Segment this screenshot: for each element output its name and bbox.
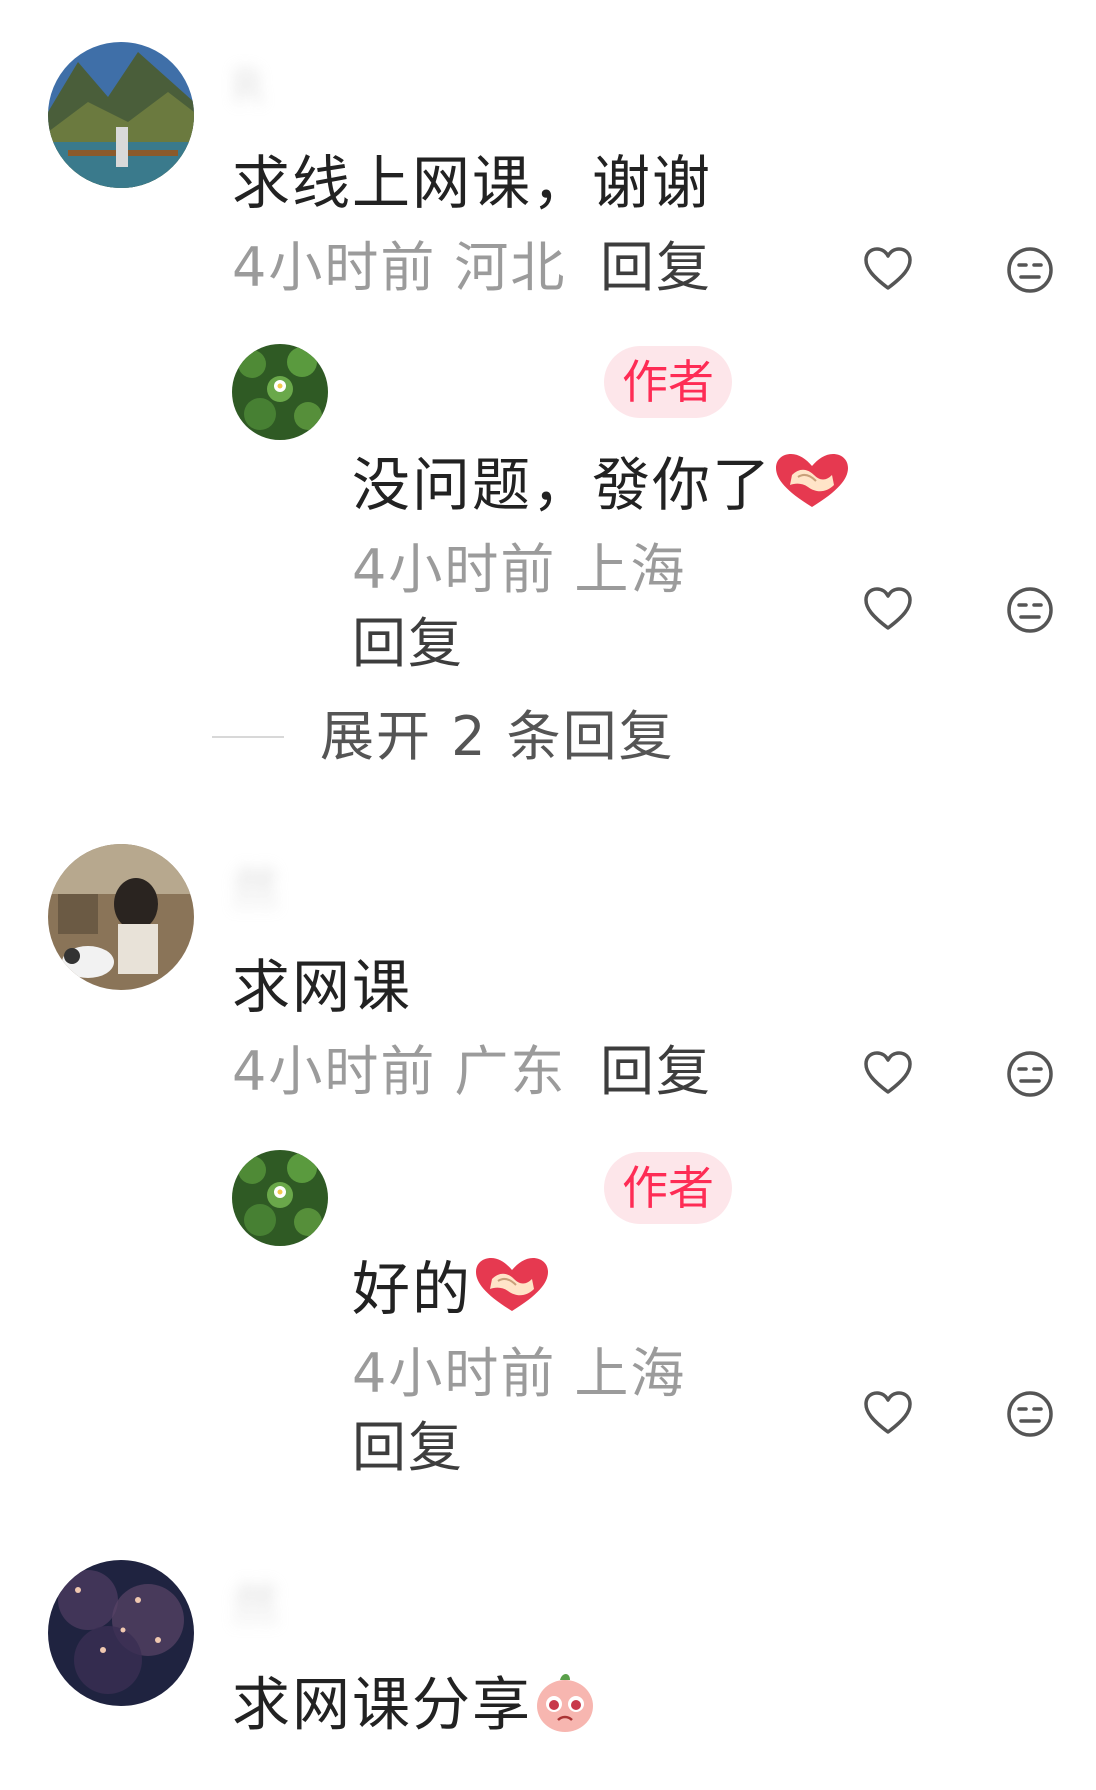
reply-2-reply-button[interactable]: 回复	[352, 1416, 464, 1480]
neutral-face-icon[interactable]	[1004, 244, 1056, 296]
comment-3-text-content: 求网课分享	[232, 1670, 533, 1739]
heart-icon[interactable]	[862, 244, 914, 296]
comment-2-meta: 4小时前 广东	[232, 1040, 566, 1104]
reply-1-location: 上海	[574, 538, 687, 601]
author-badge: 作者	[604, 346, 732, 418]
reply-1-meta: 4小时前 上海	[352, 538, 686, 602]
reply-2-time: 4小时前	[352, 1342, 557, 1405]
heart-icon[interactable]	[862, 1048, 914, 1100]
reply-2-text: 好的	[352, 1254, 552, 1330]
avatar-girl-dog-image	[48, 844, 194, 990]
reply-2-meta: 4小时前 上海	[352, 1342, 686, 1406]
neutral-face-icon[interactable]	[1004, 1388, 1056, 1440]
avatar-night-tree[interactable]	[48, 1560, 194, 1706]
expand-divider	[212, 736, 284, 738]
avatar-girl-dog[interactable]	[48, 844, 194, 990]
comment-2-username: 然	[232, 862, 278, 916]
comment-1-username: R	[232, 60, 264, 114]
reply-1-time: 4小时前	[352, 538, 557, 601]
reply-1-text-content: 没问题，發你了	[352, 451, 773, 519]
handshake-heart-emoji	[472, 1255, 552, 1330]
expand-replies-label: 展开 2 条回复	[320, 705, 675, 768]
neutral-face-icon[interactable]	[1004, 1048, 1056, 1100]
avatar-clover[interactable]	[232, 344, 328, 440]
heart-icon[interactable]	[862, 1388, 914, 1440]
pleading-face-emoji	[532, 1668, 598, 1749]
reply-2-text-content: 好的	[352, 1255, 473, 1323]
comment-3-text: 求网课分享	[232, 1668, 598, 1749]
heart-icon[interactable]	[862, 584, 914, 636]
comment-1-reply-button[interactable]: 回复	[600, 236, 712, 300]
comment-1-time: 4小时前	[232, 236, 437, 299]
avatar-lake[interactable]	[48, 42, 194, 188]
reply-2-location: 上海	[574, 1342, 687, 1405]
avatar-clover-image	[232, 344, 328, 440]
avatar-night-tree-image	[48, 1560, 194, 1706]
avatar-clover[interactable]	[232, 1150, 328, 1246]
comment-2-time: 4小时前	[232, 1040, 437, 1103]
comment-2-reply-button[interactable]: 回复	[600, 1040, 712, 1104]
neutral-face-icon[interactable]	[1004, 584, 1056, 636]
author-badge: 作者	[604, 1152, 732, 1224]
comment-1-text: 求线上网课，谢谢	[232, 149, 713, 217]
comment-1-location: 河北	[454, 236, 567, 299]
avatar-clover-image	[232, 1150, 328, 1246]
handshake-heart-emoji	[772, 451, 852, 526]
avatar-lake-image	[48, 42, 194, 188]
comment-2-location: 广东	[454, 1040, 567, 1103]
reply-2-username	[352, 1164, 582, 1218]
reply-1-username	[352, 356, 582, 410]
comment-3-username: 然	[232, 1578, 278, 1632]
expand-replies-button[interactable]: 展开 2 条回复	[212, 702, 675, 772]
reply-1-text: 没问题，發你了	[352, 450, 852, 526]
comment-2-text: 求网课	[232, 953, 413, 1021]
reply-1-reply-button[interactable]: 回复	[352, 612, 464, 676]
comment-1-meta: 4小时前 河北	[232, 236, 566, 300]
